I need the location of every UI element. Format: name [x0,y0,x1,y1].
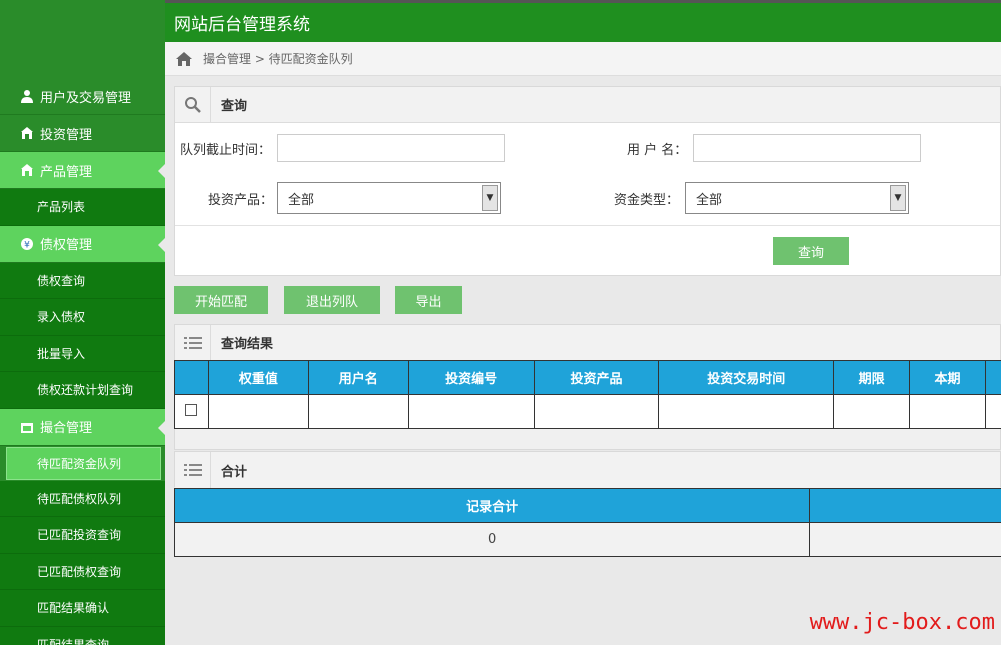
table-cell [533,394,660,429]
sidebar-logo-area [0,0,165,78]
sidebar-section-debt[interactable]: ¥ 债权管理 [0,225,165,263]
table-cell [307,394,409,429]
table-row [174,394,1001,429]
column-header-trade-time[interactable]: 投资交易时间 [658,360,835,395]
sidebar-section-user-trade[interactable]: 用户及交易管理 [0,78,165,115]
home-icon [20,126,34,140]
column-header-current-period[interactable]: 本期 [909,360,986,395]
app-title: 网站后台管理系统 [174,15,310,35]
product-select-value: 全部 [288,192,315,208]
fund-type-select-value: 全部 [696,192,723,208]
column-header-username[interactable]: 用户名 [307,360,409,395]
sidebar-section-label: 投资管理 [40,127,93,143]
product-select[interactable]: 全部 ▼ [277,182,502,214]
chevron-down-icon[interactable]: ▼ [482,185,499,211]
svg-text:¥: ¥ [24,240,30,250]
breadcrumb: 撮合管理 > 待匹配资金队列 [165,42,1001,76]
sidebar-item-match-confirm[interactable]: 匹配结果确认 [0,590,165,627]
row-checkbox[interactable] [185,403,198,416]
table-cell [407,394,535,429]
watermark-text: www.jc-box.com [809,610,995,635]
table-cell [984,394,1001,429]
row-checkbox-cell [174,394,209,429]
breadcrumb-path: 撮合管理 > 待匹配资金队列 [203,52,353,66]
results-table: 权重值 用户名 投资编号 投资产品 投资交易时间 期限 本期 [174,360,1001,429]
sidebar-item-match-result[interactable]: 匹配结果查询 [0,626,165,645]
sidebar-section-label: 债权管理 [40,238,93,253]
deadline-row: 队列截止时间： [180,134,506,162]
fund-type-row: 资金类型： 全部 ▼ [614,182,910,214]
sidebar-section-investment[interactable]: 投资管理 [0,115,165,152]
user-icon [20,89,34,103]
sidebar-item-batch-import[interactable]: 批量导入 [0,335,165,372]
fund-type-label: 资金类型： [614,192,680,208]
chevron-down-icon[interactable]: ▼ [890,185,907,211]
deadline-label: 队列截止时间： [180,142,272,158]
search-panel-header: 查询 [175,86,1000,123]
sidebar-item-fund-queue[interactable]: 待匹配资金队列 [6,446,161,480]
column-header-extra [809,488,1001,523]
search-icon [175,86,211,123]
column-header-investment-no[interactable]: 投资编号 [407,360,535,395]
results-panel-header: 查询结果 [175,324,1000,361]
column-header-term[interactable]: 期限 [833,360,911,395]
table-cell [833,394,911,429]
record-total-value: 0 [173,522,811,557]
sidebar-section-product[interactable]: 产品管理 [0,152,165,189]
sidebar-item-repayment-plan[interactable]: 债权还款计划查询 [0,372,165,409]
product-label: 投资产品： [208,192,274,208]
yen-icon: ¥ [20,237,34,251]
sidebar-item-product-list[interactable]: 产品列表 [0,189,165,226]
column-header-record-total: 记录合计 [173,488,811,523]
sidebar-section-match[interactable]: 撮合管理 [0,408,165,446]
sidebar-item-debt-query[interactable]: 债权查询 [0,262,165,299]
sidebar: 用户及交易管理 投资管理 产品管理 产品列表 ¥ 债权管理 债权查询 录入债权 … [0,0,165,645]
select-column-header [174,360,209,395]
column-header-weight[interactable]: 权重值 [207,360,309,395]
table-cell [809,522,1001,557]
sidebar-section-label: 用户及交易管理 [40,90,132,106]
username-row: 用 户 名： [627,134,922,162]
home-icon[interactable] [175,51,193,67]
sidebar-item-matched-investment[interactable]: 已匹配投资查询 [0,517,165,554]
table-cell [658,394,835,429]
results-panel-title: 查询结果 [221,337,274,352]
sidebar-item-debt-entry[interactable]: 录入债权 [0,299,165,336]
product-row: 投资产品： 全部 ▼ [208,182,502,214]
sidebar-section-label: 产品管理 [40,164,93,180]
deadline-input[interactable] [277,134,506,162]
table-cell [909,394,986,429]
results-table-header: 权重值 用户名 投资编号 投资产品 投资交易时间 期限 本期 [174,360,1001,395]
list-icon [175,452,211,488]
folder-icon [20,420,34,434]
summary-panel: 合计 [174,451,1001,488]
username-input[interactable] [693,134,922,162]
sidebar-item-matched-debt[interactable]: 已匹配债权查询 [0,553,165,590]
table-row: 0 [173,522,1001,557]
search-button[interactable]: 查询 [773,237,849,265]
list-icon [175,324,211,361]
fund-type-select[interactable]: 全部 ▼ [685,182,910,214]
search-panel: 查询 队列截止时间： 用 户 名： 投资产品： 全部 ▼ 资金类型： 全部 ▼ … [174,86,1001,276]
username-label: 用 户 名： [627,142,688,158]
app-header: 网站后台管理系统 [165,0,1001,42]
summary-panel-header: 合计 [175,452,1000,488]
home-icon [20,163,34,177]
summary-table-header: 记录合计 [173,488,1001,523]
column-header-extra [984,360,1001,395]
column-header-investment-product[interactable]: 投资产品 [533,360,660,395]
start-match-button[interactable]: 开始匹配 [174,286,268,314]
sidebar-section-label: 撮合管理 [40,421,93,436]
exit-queue-button[interactable]: 退出列队 [284,286,380,314]
sidebar-item-debt-queue[interactable]: 待匹配债权队列 [0,480,165,517]
summary-panel-title: 合计 [221,464,248,480]
summary-table: 记录合计 0 [173,488,1001,557]
export-button[interactable]: 导出 [395,286,462,314]
divider [175,225,1000,226]
search-panel-title: 查询 [221,99,248,114]
table-cell [207,394,309,429]
